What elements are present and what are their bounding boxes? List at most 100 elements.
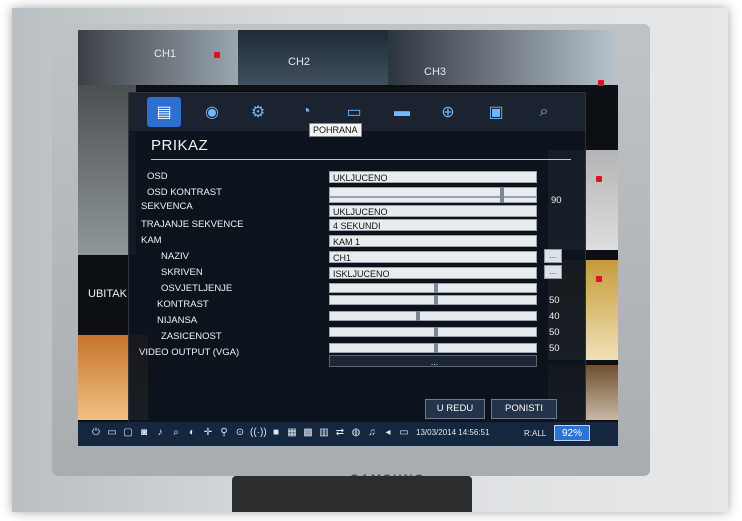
row-label: SEKVENCA	[141, 201, 193, 212]
row-label: NAZIV	[161, 251, 189, 262]
settings-menu: ▤ ◉ ⚙ ◔ ▭ ▬ ⊕ ▣ ⌕ POHRANA PRIKAZ OSD UKL…	[128, 92, 586, 424]
name-field[interactable]: CH1	[329, 251, 537, 263]
slider-value: 50	[549, 295, 560, 306]
camera-tile	[388, 30, 618, 85]
gear-icon: ⚙	[250, 104, 266, 121]
photo: SAMSUNG CH1 CH2 CH3 UBITAK ▤ ◉ ⚙ ◔ ▭ ▬	[12, 8, 728, 512]
layout-9-icon[interactable]: ▩	[302, 427, 314, 439]
saturation-slider[interactable]	[329, 343, 537, 353]
record-indicator	[596, 176, 602, 182]
search-icon: ⌕	[539, 103, 549, 120]
row-name: NAZIV CH1 ...	[139, 249, 575, 265]
camera-icon[interactable]: ◙	[138, 427, 150, 439]
slider-value: 90	[551, 195, 562, 206]
slider-value: 50	[549, 327, 560, 338]
zoom-level[interactable]: 92%	[554, 425, 590, 441]
slider-value: 40	[549, 311, 560, 322]
slider-handle[interactable]	[434, 327, 438, 337]
signal-icon[interactable]: ((·))	[250, 427, 267, 439]
row-label: KAM	[141, 235, 162, 246]
taskbar: ⏻ ▭ ▢ ◙ ♪ ⌕ ◐ ✛ ⚲ ⊙ ((·)) ■ ▦ ▩ ▥ ⇄ ◍ ♫ …	[78, 422, 618, 446]
monitor-stand	[232, 476, 472, 512]
title-divider	[151, 159, 571, 160]
layout-16-icon[interactable]: ▥	[318, 427, 330, 439]
zoom-icon[interactable]: ⚲	[218, 427, 230, 439]
hidden-select[interactable]: ISKLJUCENO	[329, 267, 537, 279]
layout-4-icon[interactable]: ▦	[286, 427, 298, 439]
row-label: KONTRAST	[157, 299, 209, 310]
page-title: PRIKAZ	[151, 137, 209, 154]
row-label: OSD KONTRAST	[147, 187, 222, 198]
screen-icon[interactable]: ▢	[122, 427, 134, 439]
network-status-icon: ◍	[351, 427, 361, 438]
device-icon: ▣	[488, 104, 504, 121]
slider-handle[interactable]	[500, 197, 504, 203]
slider-handle[interactable]	[416, 311, 420, 321]
row-sequence: SEKVENCA 90 UKLJUCENO	[139, 195, 575, 217]
row-video-output: VIDEO OUTPUT (VGA) 50 ...	[139, 343, 575, 367]
hidden-edit-button[interactable]: ...	[544, 265, 562, 279]
osd-select[interactable]: UKLJUCENO	[329, 171, 537, 183]
slider-value: 50	[549, 343, 560, 354]
tab-tooltip: POHRANA	[309, 123, 362, 137]
row-label: OSD	[147, 171, 168, 182]
slider-handle[interactable]	[434, 343, 438, 353]
tab-disc[interactable]: ◉	[195, 97, 229, 127]
row-label: NIJANSA	[157, 315, 198, 326]
volume-icon[interactable]: ◂	[382, 427, 394, 439]
record-indicator	[596, 276, 602, 282]
microphone-icon[interactable]: ♪	[154, 427, 166, 439]
slider-handle[interactable]	[500, 187, 504, 197]
ok-button[interactable]: U REDU	[425, 399, 485, 419]
globe-icon: ⊕	[441, 104, 455, 121]
brightness-slider-top[interactable]	[329, 283, 537, 293]
contrast-slider[interactable]	[329, 311, 537, 321]
layout-1-icon[interactable]: ■	[270, 427, 282, 439]
dvr-screen: CH1 CH2 CH3 UBITAK ▤ ◉ ⚙ ◔ ▭ ▬ ⊕ ▣ ⌕ POH…	[78, 30, 618, 446]
record-indicator	[214, 52, 220, 58]
video-output-select[interactable]: ...	[329, 355, 537, 367]
audio-icon[interactable]: ♫	[366, 427, 378, 439]
ptz-icon[interactable]: ✛	[202, 427, 214, 439]
osd-contrast-slider-bar[interactable]	[329, 197, 537, 203]
camera-side-label: UBITAK	[88, 288, 127, 300]
tab-search[interactable]: ⌕	[527, 97, 561, 127]
sequence-icon[interactable]: ⇄	[334, 427, 346, 439]
brightness-slider[interactable]	[329, 295, 537, 305]
row-hidden: SKRIVEN ISKLJUCENO ...	[139, 265, 575, 281]
search-icon[interactable]: ⌕	[170, 427, 182, 439]
tab-globe[interactable]: ⊕	[431, 97, 465, 127]
cancel-button[interactable]: PONISTI	[491, 399, 557, 419]
row-camera: KAM KAM 1	[139, 235, 575, 249]
disc-icon: ◉	[205, 104, 219, 121]
row-label: OSVJETLJENJE	[161, 283, 233, 294]
storage-icon: ◔	[301, 103, 311, 120]
display-icon: ▤	[156, 104, 172, 121]
row-label: ZASICENOST	[161, 331, 222, 342]
slider-handle[interactable]	[434, 295, 438, 305]
sequence-duration-select[interactable]: 4 SEKUNDI	[329, 219, 537, 231]
date-time: 13/03/2014 14:56:51	[416, 428, 490, 437]
row-label: SKRIVEN	[161, 267, 203, 278]
network-icon: ▭	[346, 104, 362, 121]
sequence-select[interactable]: UKLJUCENO	[329, 205, 537, 217]
power-icon[interactable]: ⏻	[90, 427, 102, 439]
slider-handle[interactable]	[434, 283, 438, 293]
hdd-icon: ▭	[399, 427, 409, 438]
menu-icon[interactable]: ▭	[106, 427, 118, 439]
camera-tile	[238, 30, 388, 85]
tab-device[interactable]: ▣	[479, 97, 513, 127]
link-icon[interactable]: ⊙	[234, 427, 246, 439]
tab-chat[interactable]: ▬	[385, 97, 419, 127]
channel-label-1: CH1	[154, 48, 177, 60]
row-osd: OSD UKLJUCENO	[139, 171, 575, 185]
tab-display[interactable]: ▤	[147, 97, 181, 127]
osd-contrast-slider[interactable]	[329, 187, 537, 197]
row-sequence-duration: TRAJANJE SEKVENCE 4 SEKUNDI	[139, 219, 575, 233]
playback-icon[interactable]: ◐	[186, 427, 198, 439]
name-edit-button[interactable]: ...	[544, 249, 562, 263]
camera-select[interactable]: KAM 1	[329, 235, 537, 247]
tab-settings[interactable]: ⚙	[241, 97, 275, 127]
hue-slider[interactable]	[329, 327, 537, 337]
row-label: VIDEO OUTPUT (VGA)	[139, 347, 240, 358]
